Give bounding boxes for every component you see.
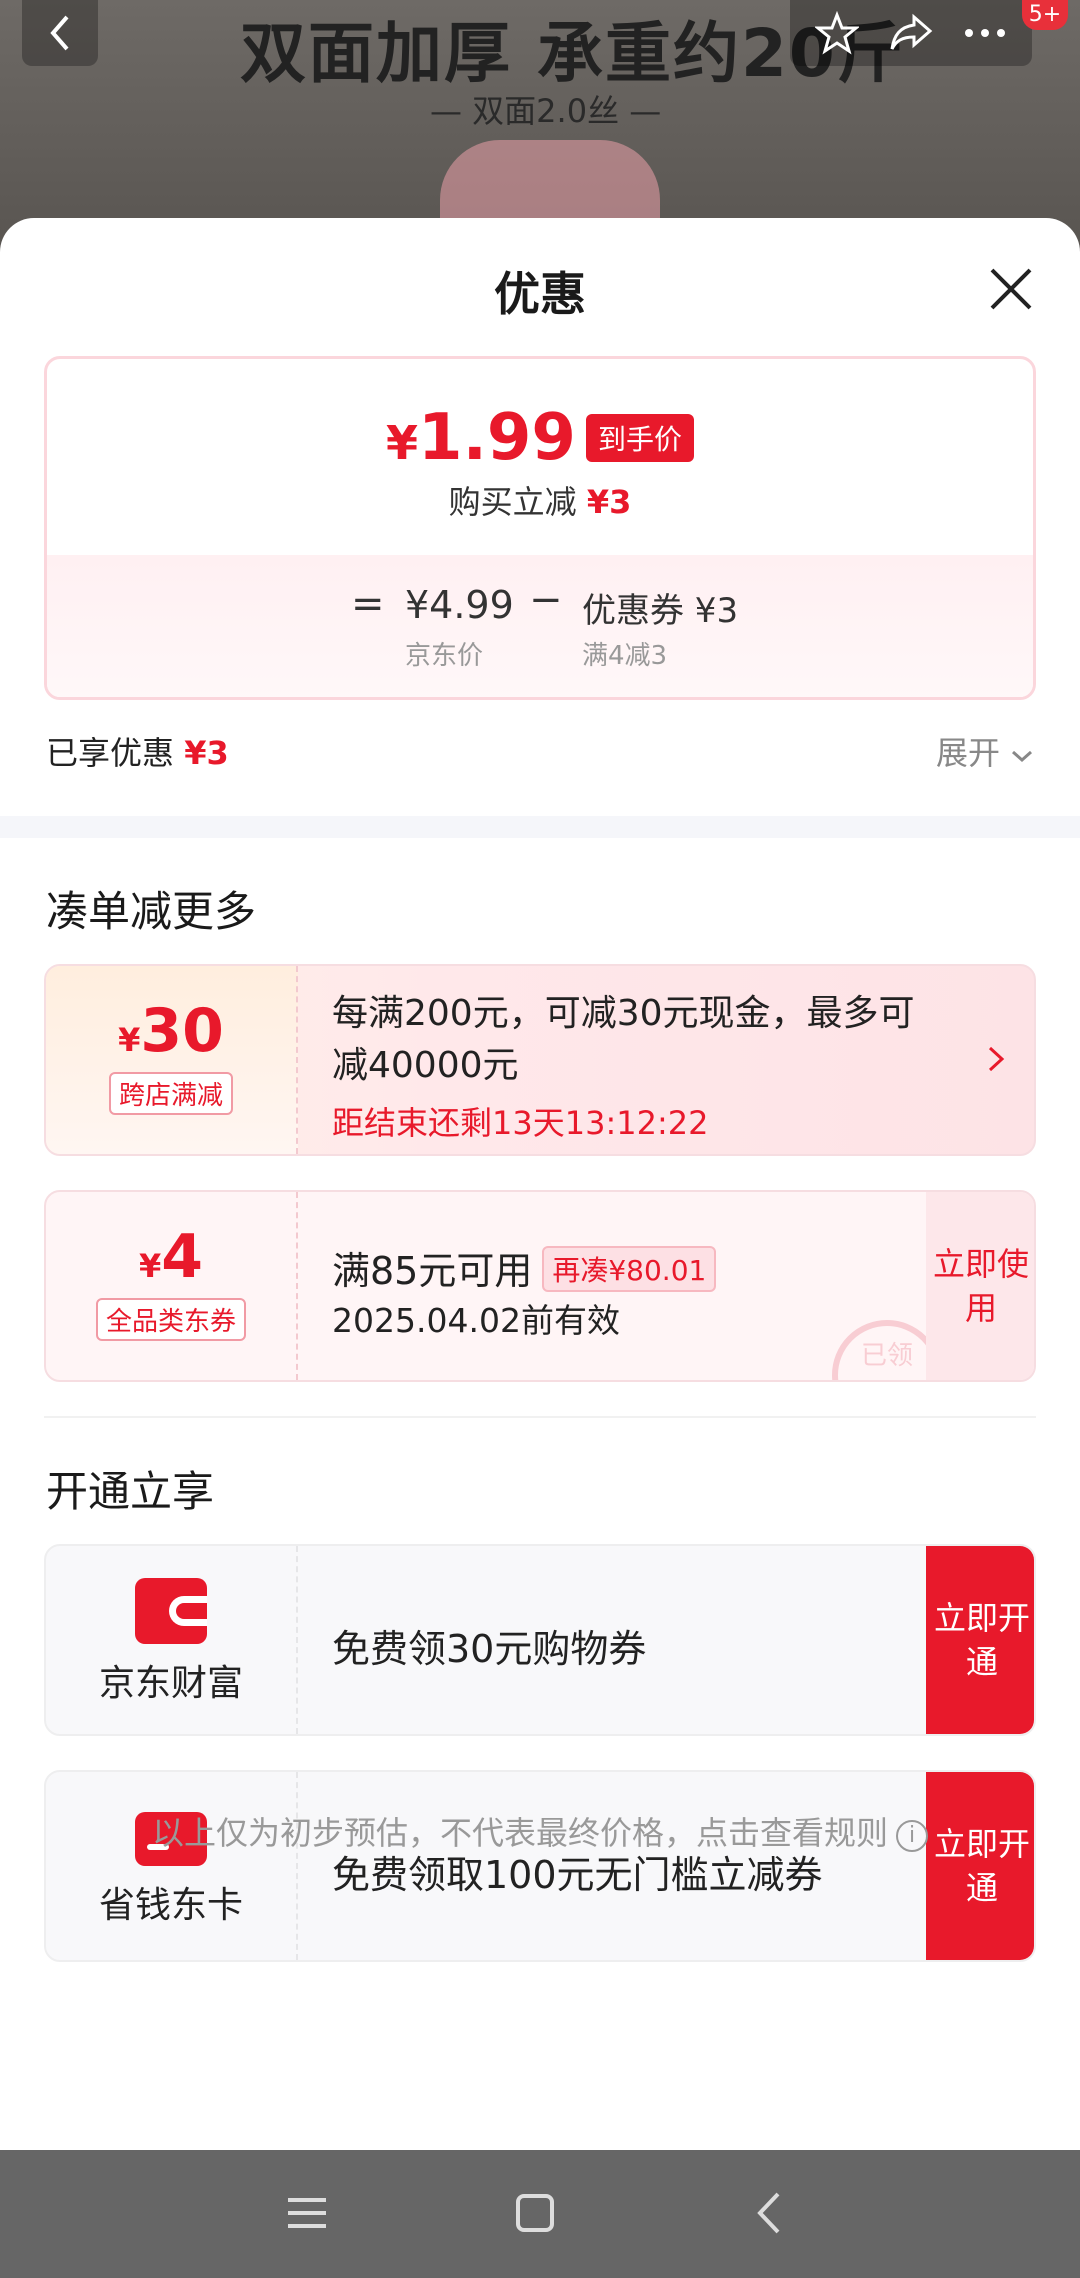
menu-icon[interactable] bbox=[282, 2188, 332, 2238]
top-actions bbox=[790, 0, 1032, 66]
ticket1-amount: ¥30 bbox=[46, 996, 296, 1066]
section-title-bundle: 凑单减更多 bbox=[46, 887, 257, 936]
discount-sheet: 优惠 ¥1.99 到手价 购买立减 ¥3 = ¥4.99 京东价 − 优惠券 ¥3… bbox=[0, 218, 1080, 2150]
coupon-value: 优惠券 ¥3 bbox=[582, 591, 739, 631]
ticket2-condition-text: 满85元可用 bbox=[332, 1249, 533, 1293]
enjoyed-discount: 已享优惠 ¥3 bbox=[46, 728, 229, 774]
system-nav-bar bbox=[0, 2150, 1080, 2278]
chevron-right-icon bbox=[988, 1046, 1005, 1072]
price-breakdown-card: ¥1.99 到手价 购买立减 ¥3 = ¥4.99 京东价 − 优惠券 ¥3 满4… bbox=[44, 356, 1036, 700]
use-now-button[interactable]: 立即使用 bbox=[926, 1192, 1034, 1380]
ticket2-value: 4 bbox=[161, 1222, 203, 1292]
rules-note-text: 以上仅为初步预估，不代表最终价格，点击查看规则 bbox=[151, 1814, 888, 1852]
ticket1-label: 跨店满减 bbox=[108, 1072, 233, 1115]
enjoyed-amount: ¥3 bbox=[184, 734, 229, 772]
final-price: ¥1.99 到手价 bbox=[47, 401, 1033, 475]
category-coupon-card: ¥4 全品类东券 满85元可用 再凑¥80.01 2025.04.02前有效 已领… bbox=[44, 1190, 1036, 1382]
section-title-activate: 开通立享 bbox=[46, 1467, 215, 1516]
product-banner-subtitle: — 双面2.0丝 — bbox=[430, 92, 662, 130]
jd-finance-card: 京东财富 免费领30元购物券 立即开通 bbox=[44, 1544, 1036, 1736]
ticket1-value: 30 bbox=[140, 996, 224, 1066]
share-icon[interactable] bbox=[888, 11, 934, 55]
savings-card-name: 省钱东卡 bbox=[98, 1885, 243, 1926]
instant-discount: 购买立减 ¥3 bbox=[47, 477, 1033, 523]
divider bbox=[44, 1416, 1036, 1418]
info-icon: i bbox=[896, 1820, 928, 1852]
jd-finance-name: 京东财富 bbox=[98, 1663, 243, 1704]
price-amount: 1.99 bbox=[418, 401, 576, 475]
enjoyed-label: 已享优惠 bbox=[46, 734, 175, 772]
ticket2-label: 全品类东券 bbox=[95, 1298, 246, 1341]
home-icon[interactable] bbox=[510, 2188, 560, 2238]
ticket2-condition: 满85元可用 再凑¥80.01 bbox=[332, 1240, 717, 1295]
close-icon[interactable] bbox=[986, 264, 1036, 314]
coupon-rule: 满4减3 bbox=[582, 641, 668, 671]
ticket2-add-more-tag: 再凑¥80.01 bbox=[542, 1246, 717, 1292]
rules-note[interactable]: 以上仅为初步预估，不代表最终价格，点击查看规则 i bbox=[0, 1808, 1080, 1854]
sheet-title: 优惠 bbox=[494, 267, 586, 321]
ticket1-symbol: ¥ bbox=[118, 1021, 141, 1059]
chevron-down-icon bbox=[1012, 750, 1033, 763]
equals-sign: = bbox=[351, 581, 385, 627]
savings-card-card: 省钱东卡 免费领取100元无门槛立减券 立即开通 bbox=[44, 1770, 1036, 1962]
star-icon[interactable] bbox=[814, 11, 859, 55]
back-icon bbox=[50, 15, 69, 51]
minus-sign: − bbox=[529, 577, 563, 623]
activate-button-savings[interactable]: 立即开通 bbox=[926, 1772, 1034, 1960]
ticket1-countdown: 距结束还剩13天13:12:22 bbox=[332, 1104, 709, 1142]
instant-discount-amount: ¥3 bbox=[586, 483, 632, 521]
jd-price: ¥4.99 bbox=[405, 583, 514, 627]
wallet-icon bbox=[135, 1578, 207, 1644]
more-icon[interactable] bbox=[963, 27, 1007, 39]
expand-label: 展开 bbox=[936, 734, 1001, 772]
activate-button-finance[interactable]: 立即开通 bbox=[926, 1546, 1034, 1734]
jd-price-label: 京东价 bbox=[405, 641, 484, 671]
ticket2-symbol: ¥ bbox=[138, 1247, 162, 1285]
price-tag: 到手价 bbox=[585, 414, 694, 462]
jd-finance-offer: 免费领30元购物券 bbox=[332, 1627, 647, 1671]
notification-badge: 5+ bbox=[1022, 0, 1068, 30]
cross-store-discount-card[interactable]: ¥30 跨店满减 每满200元，可减30元现金，最多可减40000元 距结束还剩… bbox=[44, 964, 1036, 1156]
ticket1-description: 每满200元，可减30元现金，最多可减40000元 bbox=[332, 993, 915, 1086]
ticket2-expiry: 2025.04.02前有效 bbox=[332, 1301, 620, 1340]
ticket2-amount: ¥4 bbox=[46, 1222, 296, 1292]
section-divider bbox=[0, 816, 1080, 838]
expand-button[interactable]: 展开 bbox=[936, 728, 1034, 774]
price-symbol: ¥ bbox=[386, 416, 419, 470]
back-button[interactable] bbox=[22, 0, 98, 66]
instant-discount-label: 购买立减 bbox=[448, 483, 577, 521]
nav-back-icon[interactable] bbox=[746, 2188, 796, 2238]
